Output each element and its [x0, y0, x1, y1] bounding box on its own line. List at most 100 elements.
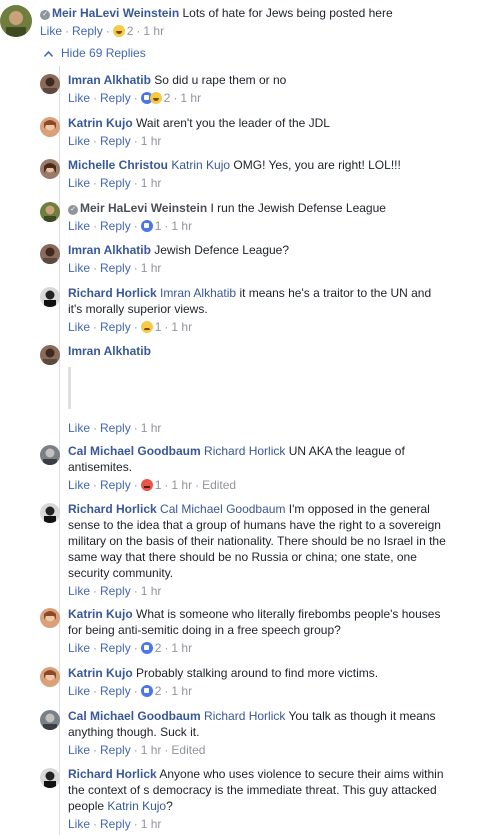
haha-reaction-icon[interactable] — [149, 92, 162, 104]
avatar[interactable] — [40, 768, 60, 788]
avatar[interactable] — [40, 608, 60, 628]
avatar[interactable] — [40, 503, 60, 523]
reply-author[interactable]: Katrin Kujo — [68, 666, 133, 680]
reply-button[interactable]: Reply — [100, 817, 131, 831]
timestamp[interactable]: 1 hr — [180, 91, 201, 105]
reply-button[interactable]: Reply — [100, 641, 131, 655]
haha-reaction-icon[interactable] — [112, 25, 125, 37]
like-button[interactable]: Like — [68, 743, 90, 757]
mention-link[interactable]: Imran Alkhatib — [160, 286, 236, 300]
reply-button[interactable]: Reply — [100, 219, 131, 233]
mention-link[interactable]: Katrin Kujo — [171, 158, 230, 172]
top-comment: ✓ Meir HaLevi Weinstein Lots of hate for … — [0, 2, 495, 42]
reply-text: So did u rape them or no — [154, 73, 287, 87]
reply-author[interactable]: Richard Horlick — [68, 286, 157, 300]
timestamp[interactable]: 1 hr — [143, 24, 164, 38]
reply-button[interactable]: Reply — [100, 684, 131, 698]
avatar[interactable] — [40, 117, 60, 137]
reply-author[interactable]: Richard Horlick — [68, 767, 157, 781]
timestamp[interactable]: 1 hr — [141, 176, 162, 190]
edited-label[interactable]: Edited — [202, 478, 236, 492]
avatar[interactable] — [40, 159, 60, 179]
like-button[interactable]: Like — [68, 261, 90, 275]
like-button[interactable]: Like — [68, 684, 90, 698]
avatar-photo-icon — [40, 710, 60, 730]
like-button[interactable]: Like — [68, 421, 90, 435]
reply-button[interactable]: Reply — [100, 91, 131, 105]
reply-button[interactable]: Reply — [100, 261, 131, 275]
mention-link[interactable]: Richard Horlick — [204, 444, 285, 458]
like-button[interactable]: Like — [68, 219, 90, 233]
angry-reaction-icon[interactable] — [140, 479, 153, 491]
avatar[interactable] — [0, 5, 32, 37]
like-button[interactable]: Like — [68, 134, 90, 148]
reply-button[interactable]: Reply — [100, 320, 131, 334]
like-reaction-icon[interactable] — [140, 642, 153, 654]
mention-link[interactable]: Cal Michael Goodbaum — [160, 502, 285, 516]
reply-author[interactable]: Michelle Christou — [68, 158, 168, 172]
attached-image[interactable] — [68, 367, 71, 409]
avatar-photo-icon — [0, 5, 32, 37]
reply-author[interactable]: Katrin Kujo — [68, 116, 133, 130]
avatar[interactable] — [40, 345, 60, 365]
like-reaction-icon[interactable] — [140, 220, 153, 232]
timestamp[interactable]: 1 hr — [171, 684, 192, 698]
like-button[interactable]: Like — [68, 176, 90, 190]
reply-author[interactable]: Meir HaLevi Weinstein — [80, 201, 207, 215]
reply-button[interactable]: Reply — [100, 743, 131, 757]
hide-replies-label[interactable]: Hide 69 Replies — [61, 46, 146, 60]
like-button[interactable]: Like — [68, 91, 90, 105]
hide-replies-button[interactable]: Hide 69 Replies — [43, 46, 146, 60]
avatar[interactable] — [40, 74, 60, 94]
like-button[interactable]: Like — [68, 584, 90, 598]
reaction-count[interactable]: 2 — [127, 24, 134, 38]
reply-text: Probably stalking around to find more vi… — [136, 666, 379, 680]
like-button[interactable]: Like — [68, 478, 90, 492]
reply-button[interactable]: Reply — [100, 584, 131, 598]
like-reaction-icon[interactable] — [140, 685, 153, 697]
reaction-count[interactable]: 1 — [155, 478, 162, 492]
like-button[interactable]: Like — [68, 320, 90, 334]
avatar[interactable] — [40, 202, 60, 222]
mention-link[interactable]: Richard Horlick — [204, 709, 285, 723]
timestamp[interactable]: 1 hr — [141, 261, 162, 275]
reaction-count[interactable]: 2 — [164, 91, 171, 105]
timestamp[interactable]: 1 hr — [171, 219, 192, 233]
reaction-count[interactable]: 1 — [155, 219, 162, 233]
timestamp[interactable]: 1 hr — [141, 134, 162, 148]
reply-button[interactable]: Reply — [100, 421, 131, 435]
timestamp[interactable]: 1 hr — [171, 478, 192, 492]
reaction-count[interactable]: 1 — [155, 320, 162, 334]
timestamp[interactable]: 1 hr — [171, 320, 192, 334]
mention-link[interactable]: Katrin Kujo — [107, 799, 166, 813]
reply-button[interactable]: Reply — [72, 24, 103, 38]
timestamp[interactable]: 1 hr — [141, 421, 162, 435]
reply-author[interactable]: Cal Michael Goodbaum — [68, 444, 201, 458]
reply-button[interactable]: Reply — [100, 134, 131, 148]
avatar[interactable] — [40, 445, 60, 465]
reply-button[interactable]: Reply — [100, 176, 131, 190]
reaction-count[interactable]: 2 — [155, 684, 162, 698]
avatar[interactable] — [40, 710, 60, 730]
reaction-count[interactable]: 2 — [155, 641, 162, 655]
sad-reaction-icon[interactable] — [140, 321, 153, 333]
timestamp[interactable]: 1 hr — [141, 584, 162, 598]
timestamp[interactable]: 1 hr — [141, 817, 162, 831]
reply-author[interactable]: Richard Horlick — [68, 502, 157, 516]
like-button[interactable]: Like — [40, 24, 62, 38]
reply-author[interactable]: Cal Michael Goodbaum — [68, 709, 201, 723]
timestamp[interactable]: 1 hr — [171, 641, 192, 655]
avatar[interactable] — [40, 244, 60, 264]
avatar[interactable] — [40, 667, 60, 687]
comment-author[interactable]: Meir HaLevi Weinstein — [52, 6, 179, 20]
reply-button[interactable]: Reply — [100, 478, 131, 492]
like-button[interactable]: Like — [68, 817, 90, 831]
reply-author[interactable]: Imran Alkhatib — [68, 73, 151, 87]
reply-author[interactable]: Imran Alkhatib — [68, 243, 151, 257]
reply-author[interactable]: Imran Alkhatib — [68, 344, 151, 358]
timestamp[interactable]: 1 hr — [141, 743, 162, 757]
edited-label[interactable]: Edited — [171, 743, 205, 757]
avatar[interactable] — [40, 287, 60, 307]
reply-author[interactable]: Katrin Kujo — [68, 607, 133, 621]
like-button[interactable]: Like — [68, 641, 90, 655]
